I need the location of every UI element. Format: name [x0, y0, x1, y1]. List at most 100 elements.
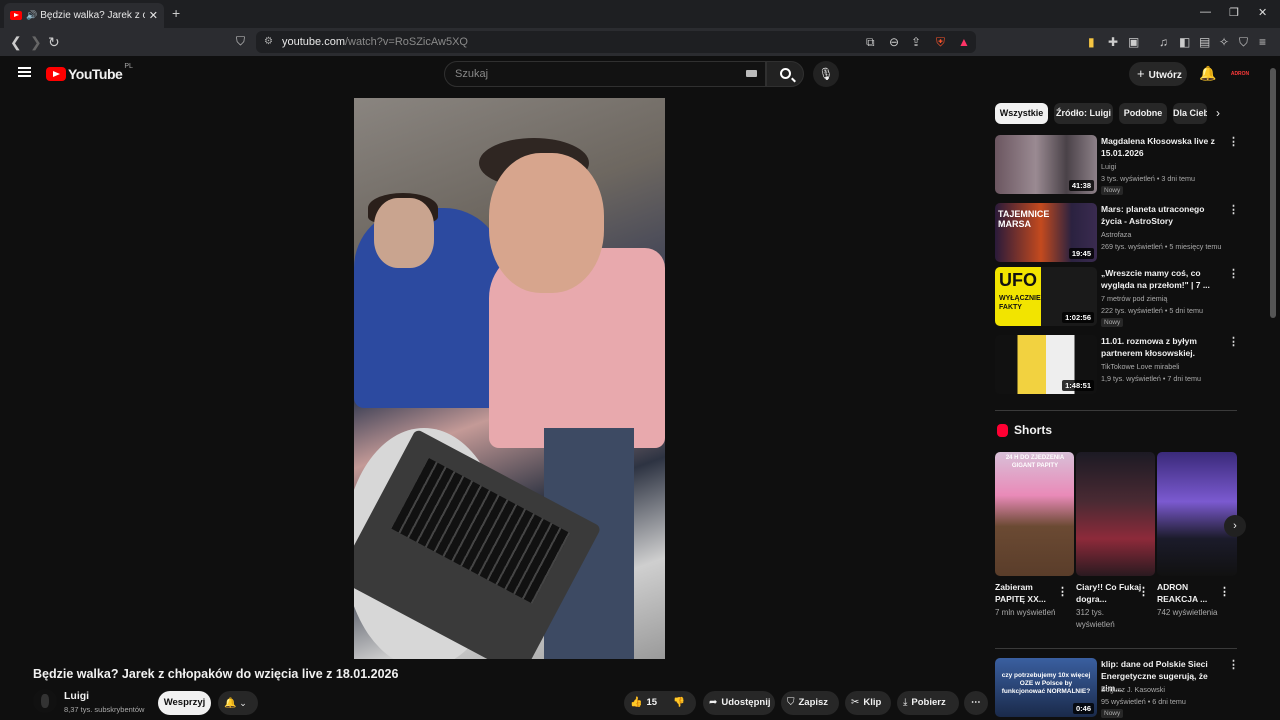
rec-channel[interactable]: Bogusz J. Kasowski — [1101, 685, 1165, 694]
extension-icon[interactable]: ▮ — [1088, 35, 1095, 49]
dislike-icon[interactable]: 👎 — [673, 697, 685, 708]
short-title[interactable]: Ciary!! Co Fukaj dogra... — [1076, 581, 1142, 605]
back-icon[interactable]: ❮ — [10, 34, 22, 51]
rec-title[interactable]: „Wreszcie mamy coś, co wygląda na przeło… — [1101, 267, 1226, 291]
restore-icon[interactable]: ❐ — [1229, 6, 1239, 19]
avatar[interactable]: ADRON — [1230, 64, 1250, 84]
more-actions-button[interactable]: ⋯ — [964, 691, 988, 715]
rec-channel[interactable]: TikTokowe Love mirabeli — [1101, 362, 1179, 371]
short-thumbnail[interactable] — [1157, 452, 1237, 576]
video-thumbnail[interactable]: 1:48:51 — [995, 335, 1097, 394]
browser-tab[interactable]: 🔊 Będzie walka? Jarek z chłopaków ✕ — [4, 3, 164, 28]
rec-title[interactable]: 11.01. rozmowa z byłym partnerem kłosows… — [1101, 335, 1226, 359]
short-item[interactable]: 24 H DO ZJEDZENIA GIGANT PAPITY Zabieram… — [995, 452, 1074, 619]
voice-search-icon[interactable]: 🎙 — [813, 61, 839, 87]
video-thumbnail[interactable]: UFO WYŁĄCZNIE FAKTY 1:02:56 — [995, 267, 1097, 326]
short-thumbnail[interactable] — [1076, 452, 1155, 576]
chip-all[interactable]: Wszystkie — [995, 103, 1048, 124]
scissors-icon: ✂ — [851, 697, 860, 708]
wallet-icon[interactable]: ▤ — [1199, 35, 1210, 49]
download-button[interactable]: ⤓ Pobierz — [897, 691, 959, 715]
video-thumbnail[interactable]: czy potrzebujemy 10x więcej OZE w Polsce… — [995, 658, 1097, 717]
rec-channel[interactable]: Luigi — [1101, 162, 1116, 171]
notifications-icon[interactable]: 🔔 — [1199, 65, 1216, 82]
short-title[interactable]: ADRON REAKCJA ... — [1157, 581, 1223, 605]
share-button[interactable]: ➦ Udostępnij — [703, 691, 775, 715]
menu-icon[interactable]: ≡ — [1259, 35, 1266, 49]
zoom-icon[interactable]: ⊖ — [889, 35, 899, 49]
channel-name[interactable]: Luigi — [64, 690, 89, 702]
rec-channel[interactable]: 7 metrów pod ziemią — [1101, 294, 1167, 303]
short-item[interactable]: Ciary!! Co Fukaj dogra... 312 tys. wyświ… — [1076, 452, 1155, 631]
share-icon[interactable]: ⇪ — [911, 35, 921, 49]
bookmark-icon[interactable]: ⛉ — [236, 34, 245, 49]
new-tab-button[interactable]: + — [172, 5, 180, 21]
list-item[interactable]: czy potrzebujemy 10x więcej OZE w Polsce… — [995, 658, 1240, 718]
speaker-icon[interactable]: 🔊 — [26, 10, 37, 21]
brave-shield-icon[interactable]: ⛨ — [936, 35, 945, 50]
rec-title[interactable]: Mars: planeta utraconego życia - AstroSt… — [1101, 203, 1226, 227]
leo-icon[interactable]: ✧ — [1219, 35, 1229, 49]
close-tab-icon[interactable]: ✕ — [149, 9, 158, 22]
create-button[interactable]: + Utwórz — [1129, 62, 1187, 86]
more-options-icon[interactable]: ⋮ — [1228, 135, 1239, 148]
support-button[interactable]: Wesprzyj — [158, 691, 211, 715]
chip-for-you[interactable]: Dla Ciebie — [1173, 103, 1207, 124]
chip-source[interactable]: Źródło: Luigi — [1054, 103, 1113, 124]
list-item[interactable]: UFO WYŁĄCZNIE FAKTY 1:02:56 „Wreszcie ma… — [995, 267, 1240, 327]
more-options-icon[interactable]: ⋮ — [1219, 585, 1230, 598]
chip-related[interactable]: Podobne — [1119, 103, 1167, 124]
vpn-icon[interactable]: ⛉ — [1239, 35, 1248, 50]
short-thumbnail[interactable]: 24 H DO ZJEDZENIA GIGANT PAPITY — [995, 452, 1074, 576]
search-icon — [780, 68, 791, 79]
chevron-right-icon[interactable]: › — [1216, 106, 1220, 120]
video-thumbnail[interactable]: TAJEMNICE MARSA 19:45 — [995, 203, 1097, 262]
save-button[interactable]: ⛉ Zapisz — [781, 691, 839, 715]
short-item[interactable]: ADRON REAKCJA ... 742 wyświetlenia ⋮ — [1157, 452, 1237, 619]
more-options-icon[interactable]: ⋮ — [1057, 585, 1068, 598]
scrollbar[interactable] — [1270, 56, 1276, 720]
more-options-icon[interactable]: ⋮ — [1138, 585, 1149, 598]
list-item[interactable]: TAJEMNICE MARSA 19:45 Mars: planeta utra… — [995, 203, 1240, 263]
close-window-icon[interactable]: ✕ — [1258, 6, 1267, 19]
more-options-icon[interactable]: ⋮ — [1228, 658, 1239, 671]
youtube-logo[interactable]: YouTube PL — [46, 62, 133, 82]
sidebar-icon[interactable]: ◧ — [1179, 35, 1190, 49]
like-count: 15 — [646, 697, 658, 708]
more-options-icon[interactable]: ⋮ — [1228, 335, 1239, 348]
like-button[interactable]: 👍 15 👎 — [624, 691, 696, 715]
more-options-icon[interactable]: ⋮ — [1228, 267, 1239, 280]
list-item[interactable]: 41:38 Magdalena Kłosowska live z 15.01.2… — [995, 135, 1240, 195]
shorts-next-button[interactable]: › — [1224, 515, 1246, 537]
music-icon[interactable]: ♫ — [1159, 35, 1168, 49]
clip-button[interactable]: ✂ Klip — [845, 691, 891, 715]
search-input[interactable]: Szukaj — [444, 61, 766, 87]
keyboard-icon[interactable] — [746, 70, 757, 77]
bookmark-save-icon: ⛉ — [787, 697, 795, 708]
video-title: Będzie walka? Jarek z chłopaków do wzięc… — [33, 667, 399, 681]
notification-settings-button[interactable]: 🔔 ⌄ — [218, 691, 258, 715]
forward-icon[interactable]: ❯ — [30, 34, 42, 51]
rewards-icon[interactable]: ▲ — [958, 35, 970, 49]
more-options-icon[interactable]: ⋮ — [1228, 203, 1239, 216]
rec-channel[interactable]: Astrofaza — [1101, 230, 1131, 239]
hamburger-menu-icon[interactable] — [18, 67, 31, 77]
country-code: PL — [124, 62, 133, 70]
duration: 41:38 — [1068, 180, 1094, 191]
site-info-icon[interactable]: ⚙ — [264, 31, 273, 53]
video-player[interactable] — [354, 98, 665, 659]
screenshot-icon[interactable]: ▣ — [1128, 35, 1139, 49]
duration: 19:45 — [1068, 248, 1094, 259]
duration: 1:48:51 — [1062, 380, 1094, 391]
puzzle-icon[interactable]: ✚ — [1108, 35, 1118, 49]
rec-title[interactable]: Magdalena Kłosowska live z 15.01.2026 — [1101, 135, 1226, 159]
minimize-icon[interactable]: — — [1200, 6, 1211, 18]
reload-icon[interactable]: ↻ — [48, 34, 60, 51]
search-button[interactable] — [766, 61, 804, 87]
short-title[interactable]: Zabieram PAPITĘ XX... — [995, 581, 1061, 605]
open-external-icon[interactable]: ⧉ — [866, 35, 875, 50]
video-thumbnail[interactable]: 41:38 — [995, 135, 1097, 194]
channel-avatar[interactable] — [33, 689, 57, 713]
scrollbar-thumb[interactable] — [1270, 68, 1276, 318]
list-item[interactable]: 1:48:51 11.01. rozmowa z byłym partnerem… — [995, 335, 1240, 395]
